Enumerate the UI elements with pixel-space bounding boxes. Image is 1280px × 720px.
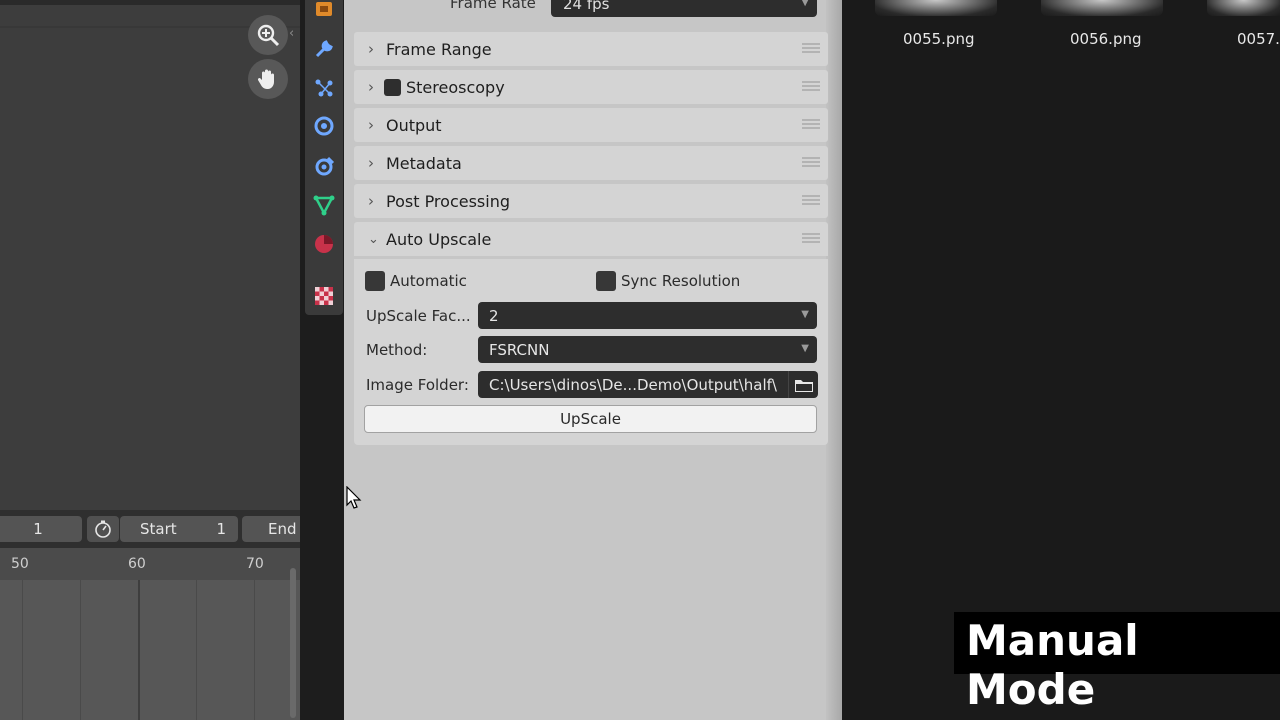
tool-icon[interactable] [311, 36, 337, 62]
file-thumbnail[interactable] [1041, 0, 1163, 16]
mouse-cursor-icon [346, 486, 362, 509]
image-folder-field[interactable]: C:\Users\dinos\De...Demo\Output\half\ [478, 371, 788, 398]
drag-handle-icon[interactable] [802, 81, 820, 91]
drag-handle-icon[interactable] [802, 43, 820, 53]
properties-edge-shade [826, 0, 842, 720]
chevron-down-icon: ▼ [801, 309, 809, 320]
folder-browse-button[interactable] [788, 371, 818, 398]
caption-text: Manual Mode [966, 616, 1139, 714]
panel-stereoscopy[interactable]: › Stereoscopy [354, 70, 828, 104]
chevron-down-icon: ⌄ [368, 231, 379, 247]
method-value: FSRCNN [489, 340, 550, 359]
zoom-in-icon[interactable] [248, 15, 288, 55]
image-folder-label: Image Folder: [366, 376, 469, 394]
chevron-down-icon: ▼ [801, 0, 809, 8]
chevron-down-icon: ▼ [801, 343, 809, 354]
panel-label: Post Processing [386, 191, 510, 211]
3d-viewport[interactable]: ‹ [0, 0, 300, 510]
end-label: End [268, 520, 297, 538]
panel-frame-range[interactable]: › Frame Range [354, 32, 828, 66]
texture-icon[interactable] [311, 283, 337, 309]
file-thumbnail[interactable] [1207, 0, 1280, 16]
tick-label: 50 [11, 556, 29, 572]
stopwatch-icon[interactable] [87, 516, 119, 542]
upscale-factor-dropdown[interactable]: 2 ▼ [478, 302, 817, 329]
file-name[interactable]: 0055.png [903, 30, 975, 48]
panel-post-processing[interactable]: › Post Processing [354, 184, 828, 218]
chevron-right-icon: › [368, 154, 374, 172]
grid-line [22, 580, 23, 720]
stereoscopy-checkbox[interactable] [384, 78, 401, 96]
tick-label: 70 [246, 556, 264, 572]
start-label: Start [140, 520, 177, 538]
grid-line [254, 580, 255, 720]
method-dropdown[interactable]: FSRCNN ▼ [478, 336, 817, 363]
drag-handle-icon[interactable] [802, 233, 820, 243]
file-thumbnail[interactable] [875, 0, 997, 16]
drag-handle-icon[interactable] [802, 157, 820, 167]
panel-output[interactable]: › Output [354, 108, 828, 142]
frame-rate-dropdown[interactable]: 24 fps ▼ [551, 0, 817, 17]
folder-icon [794, 379, 813, 392]
chevron-right-icon: › [368, 78, 374, 96]
image-folder-value: C:\Users\dinos\De...Demo\Output\half\ [489, 375, 777, 394]
file-name[interactable]: 0057.png [1237, 30, 1280, 48]
render-icon[interactable] [311, 0, 337, 22]
viewport-header [0, 0, 300, 5]
chevron-right-icon: › [368, 192, 374, 210]
start-frame-field[interactable]: Start 1 [120, 516, 238, 542]
physics-icon[interactable] [311, 113, 337, 139]
constraints-icon[interactable] [311, 153, 337, 179]
grid-line [196, 580, 197, 720]
chevron-right-icon: › [368, 116, 374, 134]
panel-label: Output [386, 115, 442, 135]
panel-label: Stereoscopy [406, 77, 505, 97]
sync-resolution-label: Sync Resolution [621, 272, 741, 290]
material-icon[interactable] [311, 231, 337, 257]
upscale-factor-value: 2 [489, 306, 499, 325]
automatic-label: Automatic [390, 272, 467, 290]
collapse-arrow-icon[interactable]: ‹ [289, 26, 294, 41]
start-value: 1 [216, 520, 226, 538]
current-frame-field[interactable]: 1 [0, 516, 82, 542]
panel-label: Metadata [386, 153, 462, 173]
current-frame-value: 1 [33, 520, 43, 538]
frame-rate-value: 24 fps [563, 0, 610, 13]
panel-metadata[interactable]: › Metadata [354, 146, 828, 180]
timeline-track-area[interactable] [0, 580, 300, 720]
upscale-button[interactable]: UpScale [364, 405, 817, 433]
drag-handle-icon[interactable] [802, 195, 820, 205]
upscale-factor-label: UpScale Fac... [366, 307, 471, 325]
drag-handle-icon[interactable] [802, 119, 820, 129]
chevron-right-icon: › [368, 40, 374, 58]
sync-resolution-checkbox[interactable] [596, 271, 616, 291]
timeline-scrollbar[interactable] [290, 568, 296, 718]
hand-icon[interactable] [248, 59, 288, 99]
upscale-button-label: UpScale [560, 410, 621, 428]
method-label: Method: [366, 341, 428, 359]
grid-line [138, 580, 140, 720]
automatic-checkbox[interactable] [365, 271, 385, 291]
grid-line [80, 580, 81, 720]
data-icon[interactable] [311, 192, 337, 218]
panel-auto-upscale[interactable]: ⌄ Auto Upscale [354, 222, 828, 256]
particles-icon[interactable] [311, 75, 337, 101]
panel-label: Auto Upscale [386, 229, 492, 249]
tick-label: 60 [128, 556, 146, 572]
frame-rate-label: Frame Rate [450, 0, 536, 12]
file-name[interactable]: 0056.png [1070, 30, 1142, 48]
panel-label: Frame Range [386, 39, 492, 59]
